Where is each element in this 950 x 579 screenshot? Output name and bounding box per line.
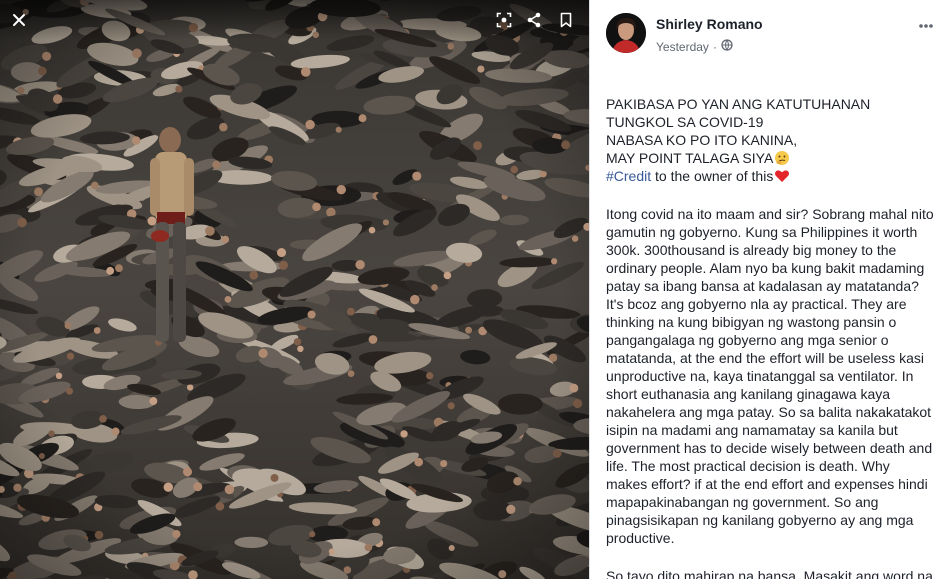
more-options-icon[interactable] <box>918 18 934 39</box>
text-line: short euthanasia ang kanilang ginagawa k… <box>606 386 891 402</box>
text-line: matatanda, at the end the effort will be… <box>606 350 925 366</box>
text-line: patay sa ibang bansa at kadalasan ay mat… <box>606 278 919 294</box>
share-icon[interactable] <box>524 10 544 30</box>
post-paragraph: So tayo dito mahirap na bansa. Masakit a… <box>606 567 938 579</box>
post-photo <box>0 0 589 579</box>
intro-line: MAY POINT TALAGA SIYA <box>606 150 774 166</box>
text-line: government has to decide wisely between … <box>606 440 933 456</box>
photo-toolbar <box>0 0 589 40</box>
meta-separator: · <box>712 39 717 54</box>
text-line: nakahelera ang mga patay. So sa balita n… <box>606 404 932 420</box>
intro-line: TUNGKOL SA COVID-19 <box>606 114 764 130</box>
author-name[interactable]: Shirley Romano <box>656 16 763 32</box>
text-line: gamutin ng gobyerno. Kung sa Philippines… <box>606 224 918 240</box>
intro-line-emoji: MAY POINT TALAGA SIYA <box>606 149 938 167</box>
close-icon[interactable] <box>9 10 29 30</box>
red-heart-icon <box>775 170 790 182</box>
post-meta: Yesterday · <box>656 39 733 54</box>
text-line: productive. <box>606 530 675 546</box>
text-line: So tayo dito mahirap na bansa. Masakit a… <box>606 568 933 579</box>
text-line: makes effort? if at the end effort and e… <box>606 476 928 492</box>
text-line: unproductive na, kaya tinatanggal sa ven… <box>606 368 914 384</box>
post-panel: Shirley Romano Yesterday · PAKIBASA PO Y… <box>590 0 950 579</box>
post-intro: PAKIBASA PO YAN ANG KATUTUHANAN TUNGKOL … <box>606 95 938 185</box>
text-line: It's bcoz ang gobyerno nla ay practical.… <box>606 296 907 312</box>
hashtag-link[interactable]: #Credit <box>606 168 651 184</box>
post-header: Shirley Romano Yesterday · <box>590 0 950 60</box>
thinking-face-icon <box>775 151 790 165</box>
avatar[interactable] <box>606 13 646 53</box>
photo-viewer <box>0 0 589 579</box>
fullscreen-icon[interactable] <box>494 10 514 30</box>
post-timestamp[interactable]: Yesterday <box>656 40 709 54</box>
post-paragraph: Itong covid na ito maam and sir? Sobrang… <box>606 205 938 547</box>
text-line: pinagsisikapan ng kanilang gobyerno ay a… <box>606 512 914 528</box>
intro-line: PAKIBASA PO YAN ANG KATUTUHANAN <box>606 96 871 112</box>
text-line: 300k. 300thousand is already big money t… <box>606 242 897 258</box>
credit-line: #Credit to the owner of this <box>606 167 938 185</box>
text-line: mapapakinabangan ng government. So ang <box>606 494 879 510</box>
bookmark-icon[interactable] <box>556 10 576 30</box>
credit-text: to the owner of this <box>651 168 774 184</box>
text-line: ordinary people. Alam nyo ba kung bakit … <box>606 260 925 276</box>
text-line: life. The most practical decision is dea… <box>606 458 890 474</box>
text-line: Itong covid na ito maam and sir? Sobrang… <box>606 206 934 222</box>
globe-icon[interactable] <box>721 39 733 54</box>
text-line: pangangalaga ng gobyerno ang mga senior … <box>606 332 889 348</box>
intro-line: NABASA KO PO ITO KANINA, <box>606 132 798 148</box>
text-line: isipin na madami ang namamatay sa kanila… <box>606 422 898 438</box>
text-line: thinking na kung bibigyan ng wastong pan… <box>606 314 897 330</box>
post-body: PAKIBASA PO YAN ANG KATUTUHANAN TUNGKOL … <box>606 95 938 579</box>
